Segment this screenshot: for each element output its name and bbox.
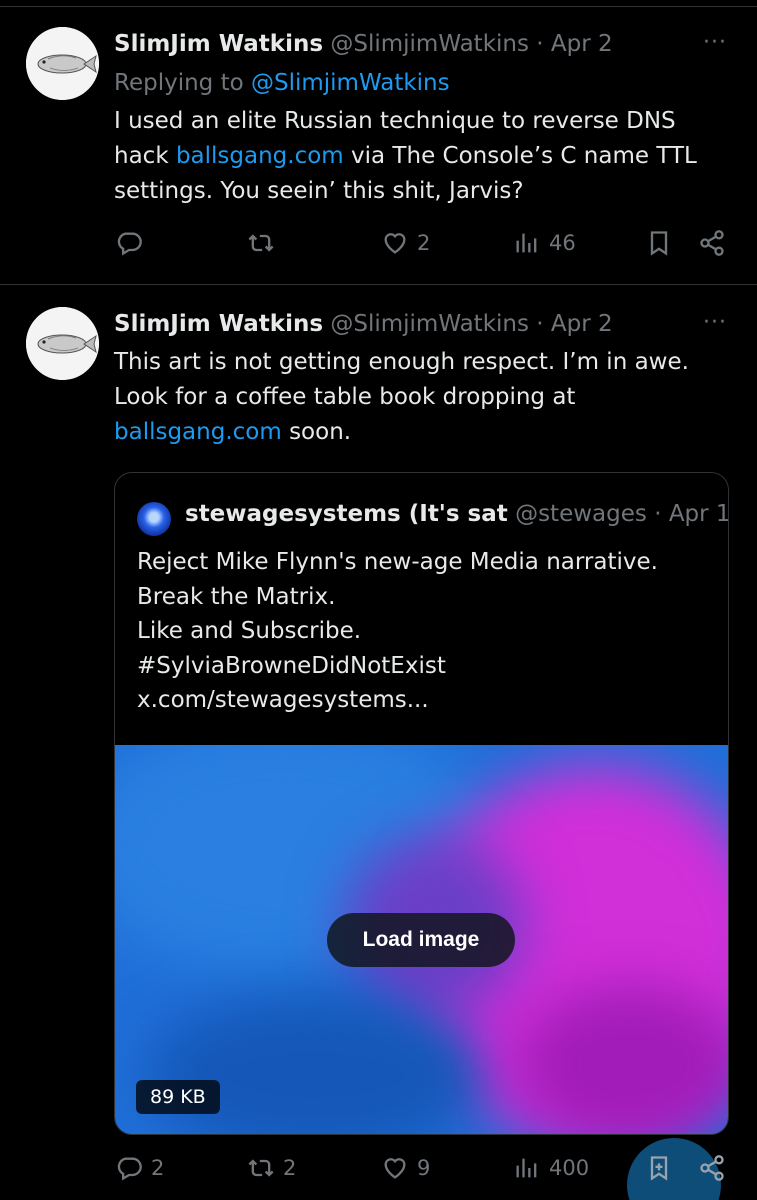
more-icon[interactable]: ··· xyxy=(703,30,727,55)
tweet-date[interactable]: Apr 2 xyxy=(551,31,613,57)
replying-label: Replying to xyxy=(114,70,244,96)
quote-link: x.com/stewagesystems... xyxy=(137,687,429,713)
ballsgang-link[interactable]: ballsgang.com xyxy=(176,143,344,169)
quote-line: Break the Matrix. xyxy=(137,583,336,610)
more-icon[interactable]: ··· xyxy=(703,310,727,335)
tweet-text: This art is not getting enough respect. … xyxy=(114,345,724,450)
quote-media[interactable]: Load image 89 KB xyxy=(115,745,728,1134)
bookmark-icon xyxy=(650,231,668,256)
quote-line: Like and Subscribe. xyxy=(137,618,362,644)
action-bar: 2 46 xyxy=(0,229,757,265)
tweet-header: SlimJim Watkins @SlimjimWatkins · Apr 2 xyxy=(114,309,613,339)
top-divider xyxy=(0,6,757,7)
ballsgang-link[interactable]: ballsgang.com xyxy=(114,419,282,445)
tweet-divider xyxy=(0,284,757,285)
separator-dot: · xyxy=(654,501,662,527)
replying-handle-link[interactable]: @SlimjimWatkins xyxy=(251,70,450,96)
tweet-date[interactable]: Apr 2 xyxy=(551,311,613,337)
quote-avatar[interactable] xyxy=(137,502,171,536)
views-count: 46 xyxy=(549,231,576,255)
views-button[interactable]: 46 xyxy=(513,229,576,257)
repost-button[interactable] xyxy=(247,229,283,257)
load-image-button[interactable]: Load image xyxy=(327,913,515,967)
author-name[interactable]: SlimJim Watkins xyxy=(114,31,323,57)
author-handle[interactable]: @SlimjimWatkins xyxy=(330,31,529,57)
quote-date: Apr 1 xyxy=(668,501,729,527)
avatar[interactable] xyxy=(26,27,99,100)
like-button[interactable]: 2 xyxy=(381,229,430,257)
share-button[interactable] xyxy=(698,229,726,257)
avatar[interactable] xyxy=(26,307,99,380)
views-icon xyxy=(516,233,537,253)
quote-text: Reject Mike Flynn's new-age Media narrat… xyxy=(137,545,717,718)
separator-dot: · xyxy=(536,31,544,57)
author-name[interactable]: SlimJim Watkins xyxy=(114,311,323,337)
share-button[interactable] xyxy=(698,1154,726,1182)
author-handle[interactable]: @SlimjimWatkins xyxy=(330,311,529,337)
quote-hashtag: #SylviaBrowneDidNotExist xyxy=(137,652,446,679)
quote-author-handle: @stewages xyxy=(515,501,647,527)
text-part: soon. xyxy=(281,419,352,445)
replying-to: Replying to @SlimjimWatkins xyxy=(114,68,450,98)
separator-dot: · xyxy=(536,311,544,337)
like-count: 2 xyxy=(417,231,431,255)
bookmark-icon xyxy=(650,1156,668,1181)
share-icon xyxy=(700,230,724,256)
bookmark-button[interactable] xyxy=(645,229,673,257)
text-part: This art is not getting enough respect. … xyxy=(114,349,689,410)
fish-avatar-icon xyxy=(26,307,99,380)
share-icon xyxy=(700,1155,724,1181)
repost-icon xyxy=(248,234,274,252)
image-size-badge: 89 KB xyxy=(136,1080,220,1114)
action-bar-overlay xyxy=(0,1154,757,1190)
reply-icon xyxy=(117,232,142,256)
reply-button[interactable] xyxy=(115,229,151,257)
bookmark-button[interactable] xyxy=(645,1154,673,1182)
tweet-text: I used an elite Russian technique to rev… xyxy=(114,104,724,209)
quote-author-name: stewagesystems (It's sat xyxy=(185,501,508,527)
quote-header: stewagesystems (It's sat @stewages · Apr… xyxy=(185,499,729,529)
quoted-tweet[interactable]: stewagesystems (It's sat @stewages · Apr… xyxy=(114,472,729,1135)
quote-line: Reject Mike Flynn's new-age Media narrat… xyxy=(137,549,658,575)
fish-avatar-icon xyxy=(26,27,99,100)
like-icon xyxy=(384,233,406,254)
tweet-header: SlimJim Watkins @SlimjimWatkins · Apr 2 xyxy=(114,29,613,59)
